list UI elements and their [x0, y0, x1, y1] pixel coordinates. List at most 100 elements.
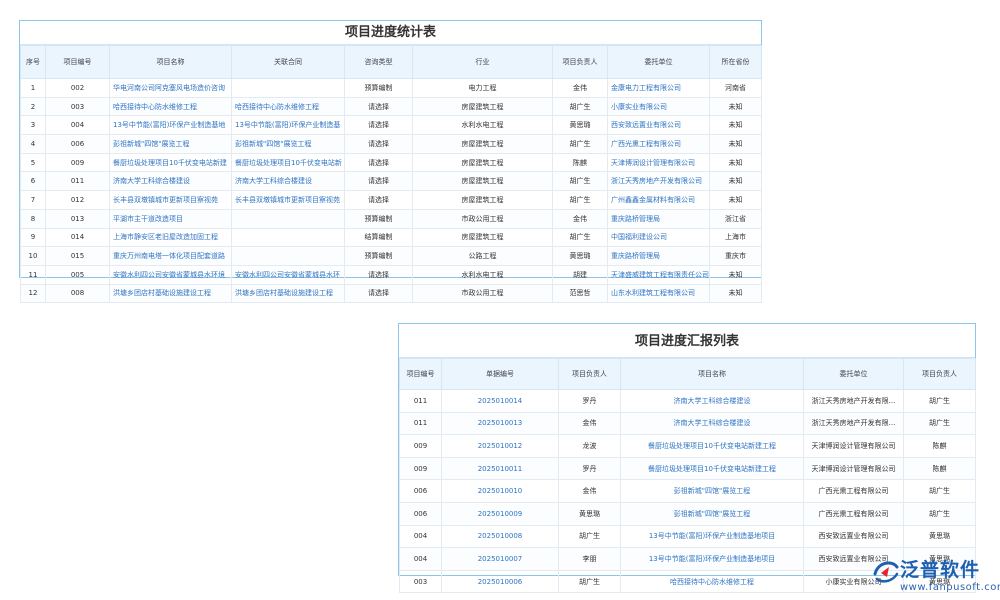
cell-link[interactable]: 彭祖新城"四馆"展览工程	[621, 502, 804, 525]
cell-link[interactable]: 广州鑫鑫金属材料有限公司	[608, 191, 710, 210]
cell-link[interactable]: 餐厨垃圾处理项目10千伏变电站新建工程	[621, 435, 804, 458]
table-cell: 4	[21, 135, 46, 154]
cell-link[interactable]	[232, 247, 345, 266]
cell-link[interactable]: 重庆路桥管理局	[608, 247, 710, 266]
cell-link[interactable]: 彭祖新城"四馆"展览工程	[232, 135, 345, 154]
table-row[interactable]: 0062025010010金伟彭祖新城"四馆"展览工程广西光熏工程有限公司胡广生	[400, 480, 976, 503]
cell-link[interactable]	[232, 79, 345, 98]
table-cell: 河南省	[710, 79, 762, 98]
table-row[interactable]: 7012长丰县双墩镇城市更新项目察视苑长丰县双墩镇城市更新项目察视苑请选择房屋建…	[21, 191, 762, 210]
column-header: 项目负责人	[553, 46, 608, 79]
cell-link[interactable]: 重庆路桥管理局	[608, 209, 710, 228]
cell-link[interactable]: 上海市静安区老旧屋改造加固工程	[110, 228, 232, 247]
cell-link[interactable]: 广西光熏工程有限公司	[608, 135, 710, 154]
cell-link[interactable]: 长丰县双墩镇城市更新项目察视苑	[232, 191, 345, 210]
table-row[interactable]: 6011济南大学工科综合楼建设济南大学工科综合楼建设请选择房屋建筑工程胡广生浙江…	[21, 172, 762, 191]
cell-link[interactable]: 济南大学工科综合楼建设	[621, 390, 804, 413]
cell-link[interactable]: 西安致远置业有限公司	[608, 116, 710, 135]
cell-link[interactable]: 哈西接待中心防水维修工程	[110, 97, 232, 116]
cell-link[interactable]: 2025010009	[442, 502, 559, 525]
table-cell: 广西光熏工程有限公司	[804, 502, 904, 525]
table-cell: 胡广生	[559, 570, 621, 593]
cell-link[interactable]: 中国福利建设公司	[608, 228, 710, 247]
cell-link[interactable]: 2025010008	[442, 525, 559, 548]
cell-link[interactable]: 餐厨垃圾处理项目10千伏变电站新建工程	[621, 457, 804, 480]
cell-link[interactable]: 济南大学工科综合楼建设	[110, 172, 232, 191]
table-cell: 008	[46, 284, 110, 303]
table-cell: 金伟	[553, 79, 608, 98]
table-row[interactable]: 9014上海市静安区老旧屋改造加固工程结算编制房屋建筑工程胡广生中国福利建设公司…	[21, 228, 762, 247]
cell-link[interactable]: 济南大学工科综合楼建设	[232, 172, 345, 191]
cell-link[interactable]: 济南大学工科综合楼建设	[621, 412, 804, 435]
table-row[interactable]: 300413号中节能(富阳)环保产业制造基地13号中节能(富阳)环保产业制造基请…	[21, 116, 762, 135]
table-cell: 002	[46, 79, 110, 98]
cell-link[interactable]: 2025010006	[442, 570, 559, 593]
cell-link[interactable]: 2025010012	[442, 435, 559, 458]
cell-link[interactable]: 洪塘乡团店村基础设施建设工程	[110, 284, 232, 303]
table-row[interactable]: 2003哈西接待中心防水维修工程哈西接待中心防水维修工程请选择房屋建筑工程胡广生…	[21, 97, 762, 116]
cell-link[interactable]: 小康实业有限公司	[608, 97, 710, 116]
table-cell: 水利水电工程	[413, 116, 553, 135]
table-row[interactable]: 0062025010009黄思璐彭祖新城"四馆"展览工程广西光熏工程有限公司胡广…	[400, 502, 976, 525]
cell-link[interactable]: 重庆万州南电塔一体化项目配套道路	[110, 247, 232, 266]
cell-link[interactable]: 安徽水利四公司安徽省蒙城县水环	[232, 265, 345, 284]
table-cell: 市政公用工程	[413, 209, 553, 228]
table-row[interactable]: 12008洪塘乡团店村基础设施建设工程洪塘乡团店村基础设施建设工程请选择市政公用…	[21, 284, 762, 303]
cell-link[interactable]: 彭祖新城"四馆"展览工程	[621, 480, 804, 503]
cell-link[interactable]: 安徽水利四公司安徽省蒙城县水环境	[110, 265, 232, 284]
table-cell: 房屋建筑工程	[413, 135, 553, 154]
table-row[interactable]: 11005安徽水利四公司安徽省蒙城县水环境安徽水利四公司安徽省蒙城县水环请选择水…	[21, 265, 762, 284]
table-row[interactable]: 0092025010011罗丹餐厨垃圾处理项目10千伏变电站新建工程天津博润设计…	[400, 457, 976, 480]
cell-link[interactable]	[232, 228, 345, 247]
cell-link[interactable]: 2025010010	[442, 480, 559, 503]
table-cell: 未知	[710, 191, 762, 210]
table-row[interactable]: 0112025010013金伟济南大学工科综合楼建设浙江天秀房地产开发有限...…	[400, 412, 976, 435]
cell-link[interactable]: 13号中节能(富阳)环保产业制造基地	[110, 116, 232, 135]
cell-link[interactable]: 浙江天秀房地产开发有限公司	[608, 172, 710, 191]
cell-link[interactable]: 彭祖新城"四馆"展览工程	[110, 135, 232, 154]
panel-title: 项目进度统计表	[20, 21, 761, 45]
cell-link[interactable]: 2025010007	[442, 548, 559, 571]
table-cell: 未知	[710, 97, 762, 116]
table-cell: 西安致远置业有限公司	[804, 525, 904, 548]
table-row[interactable]: 0092025010012龙波餐厨垃圾处理项目10千伏变电站新建工程天津博润设计…	[400, 435, 976, 458]
table-row[interactable]: 8013平湖市主干道改造项目预算编制市政公用工程金伟重庆路桥管理局浙江省	[21, 209, 762, 228]
cell-link[interactable]: 餐厨垃圾处理项目10千伏变电站新	[232, 153, 345, 172]
table-cell: 电力工程	[413, 79, 553, 98]
cell-link[interactable]: 13号中节能(富阳)环保产业制造基地项目	[621, 525, 804, 548]
cell-link[interactable]: 13号中节能(富阳)环保产业制造基地项目	[621, 548, 804, 571]
table-row[interactable]: 1002华电河南公司阿克塞风电场造价咨询预算编制电力工程金伟金康电力工程有限公司…	[21, 79, 762, 98]
table-cell: 范思哲	[553, 284, 608, 303]
cell-link[interactable]: 餐厨垃圾处理项目10千伏变电站新建	[110, 153, 232, 172]
table-cell: 陈麒	[904, 457, 976, 480]
cell-link[interactable]: 长丰县双墩镇城市更新项目察视苑	[110, 191, 232, 210]
cell-link[interactable]: 山东水利建筑工程有限公司	[608, 284, 710, 303]
cell-link[interactable]: 平湖市主干道改造项目	[110, 209, 232, 228]
cell-link[interactable]: 2025010013	[442, 412, 559, 435]
cell-link[interactable]: 13号中节能(富阳)环保产业制造基	[232, 116, 345, 135]
cell-link[interactable]: 华电河南公司阿克塞风电场造价咨询	[110, 79, 232, 98]
cell-link[interactable]: 哈西接待中心防水维修工程	[621, 570, 804, 593]
table-cell: 003	[400, 570, 442, 593]
cell-link[interactable]: 哈西接待中心防水维修工程	[232, 97, 345, 116]
table-cell: 009	[400, 457, 442, 480]
cell-link[interactable]: 金康电力工程有限公司	[608, 79, 710, 98]
cell-link[interactable]	[232, 209, 345, 228]
column-header: 项目负责人	[559, 359, 621, 390]
cell-link[interactable]: 天津博润设计管理有限公司	[608, 153, 710, 172]
table-row[interactable]: 10015重庆万州南电塔一体化项目配套道路预算编制公路工程黄思璐重庆路桥管理局重…	[21, 247, 762, 266]
column-header: 所在省份	[710, 46, 762, 79]
cell-link[interactable]: 2025010011	[442, 457, 559, 480]
table-cell: 6	[21, 172, 46, 191]
table-cell: 请选择	[345, 97, 413, 116]
table-row[interactable]: 0042025010008胡广生13号中节能(富阳)环保产业制造基地项目西安致远…	[400, 525, 976, 548]
table-cell: 结算编制	[345, 228, 413, 247]
table-row[interactable]: 5009餐厨垃圾处理项目10千伏变电站新建餐厨垃圾处理项目10千伏变电站新请选择…	[21, 153, 762, 172]
table-cell: 房屋建筑工程	[413, 228, 553, 247]
cell-link[interactable]: 天津盛威建筑工程有限责任公司	[608, 265, 710, 284]
cell-link[interactable]: 洪塘乡团店村基础设施建设工程	[232, 284, 345, 303]
table-cell: 10	[21, 247, 46, 266]
table-row[interactable]: 4006彭祖新城"四馆"展览工程彭祖新城"四馆"展览工程请选择房屋建筑工程胡广生…	[21, 135, 762, 154]
cell-link[interactable]: 2025010014	[442, 390, 559, 413]
table-row[interactable]: 0112025010014罗丹济南大学工科综合楼建设浙江天秀房地产开发有限...…	[400, 390, 976, 413]
